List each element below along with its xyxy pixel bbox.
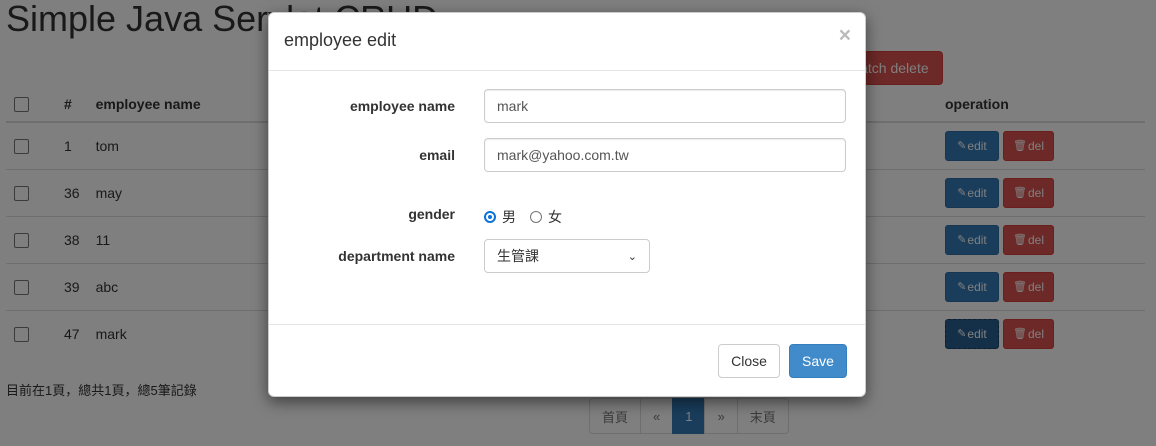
gender-radio-group: 男 女 — [484, 207, 562, 227]
email-input[interactable]: mark@yahoo.com.tw — [484, 138, 846, 172]
department-selected-value: 生管課 — [497, 248, 539, 264]
modal-header: employee edit × — [269, 13, 865, 71]
email-label: email — [419, 147, 455, 163]
gender-radio-male[interactable] — [484, 211, 496, 223]
department-select[interactable]: 生管課 ⌄ — [484, 239, 650, 273]
close-button[interactable]: Close — [718, 344, 780, 378]
save-button[interactable]: Save — [789, 344, 847, 378]
modal-title: employee edit — [284, 30, 397, 50]
modal-footer: Close Save — [269, 324, 865, 397]
gender-option-female-label: 女 — [548, 209, 562, 225]
gender-radio-female[interactable] — [530, 211, 542, 223]
close-icon[interactable]: × — [839, 24, 851, 48]
gender-label: gender — [408, 206, 455, 222]
employee-name-input[interactable]: mark — [484, 89, 846, 123]
chevron-down-icon: ⌄ — [627, 250, 637, 263]
department-label: department name — [338, 248, 455, 264]
gender-option-male-label: 男 — [502, 209, 516, 225]
employee-edit-modal: employee edit × employee name mark email… — [268, 12, 866, 397]
employee-name-label: employee name — [349, 98, 455, 114]
